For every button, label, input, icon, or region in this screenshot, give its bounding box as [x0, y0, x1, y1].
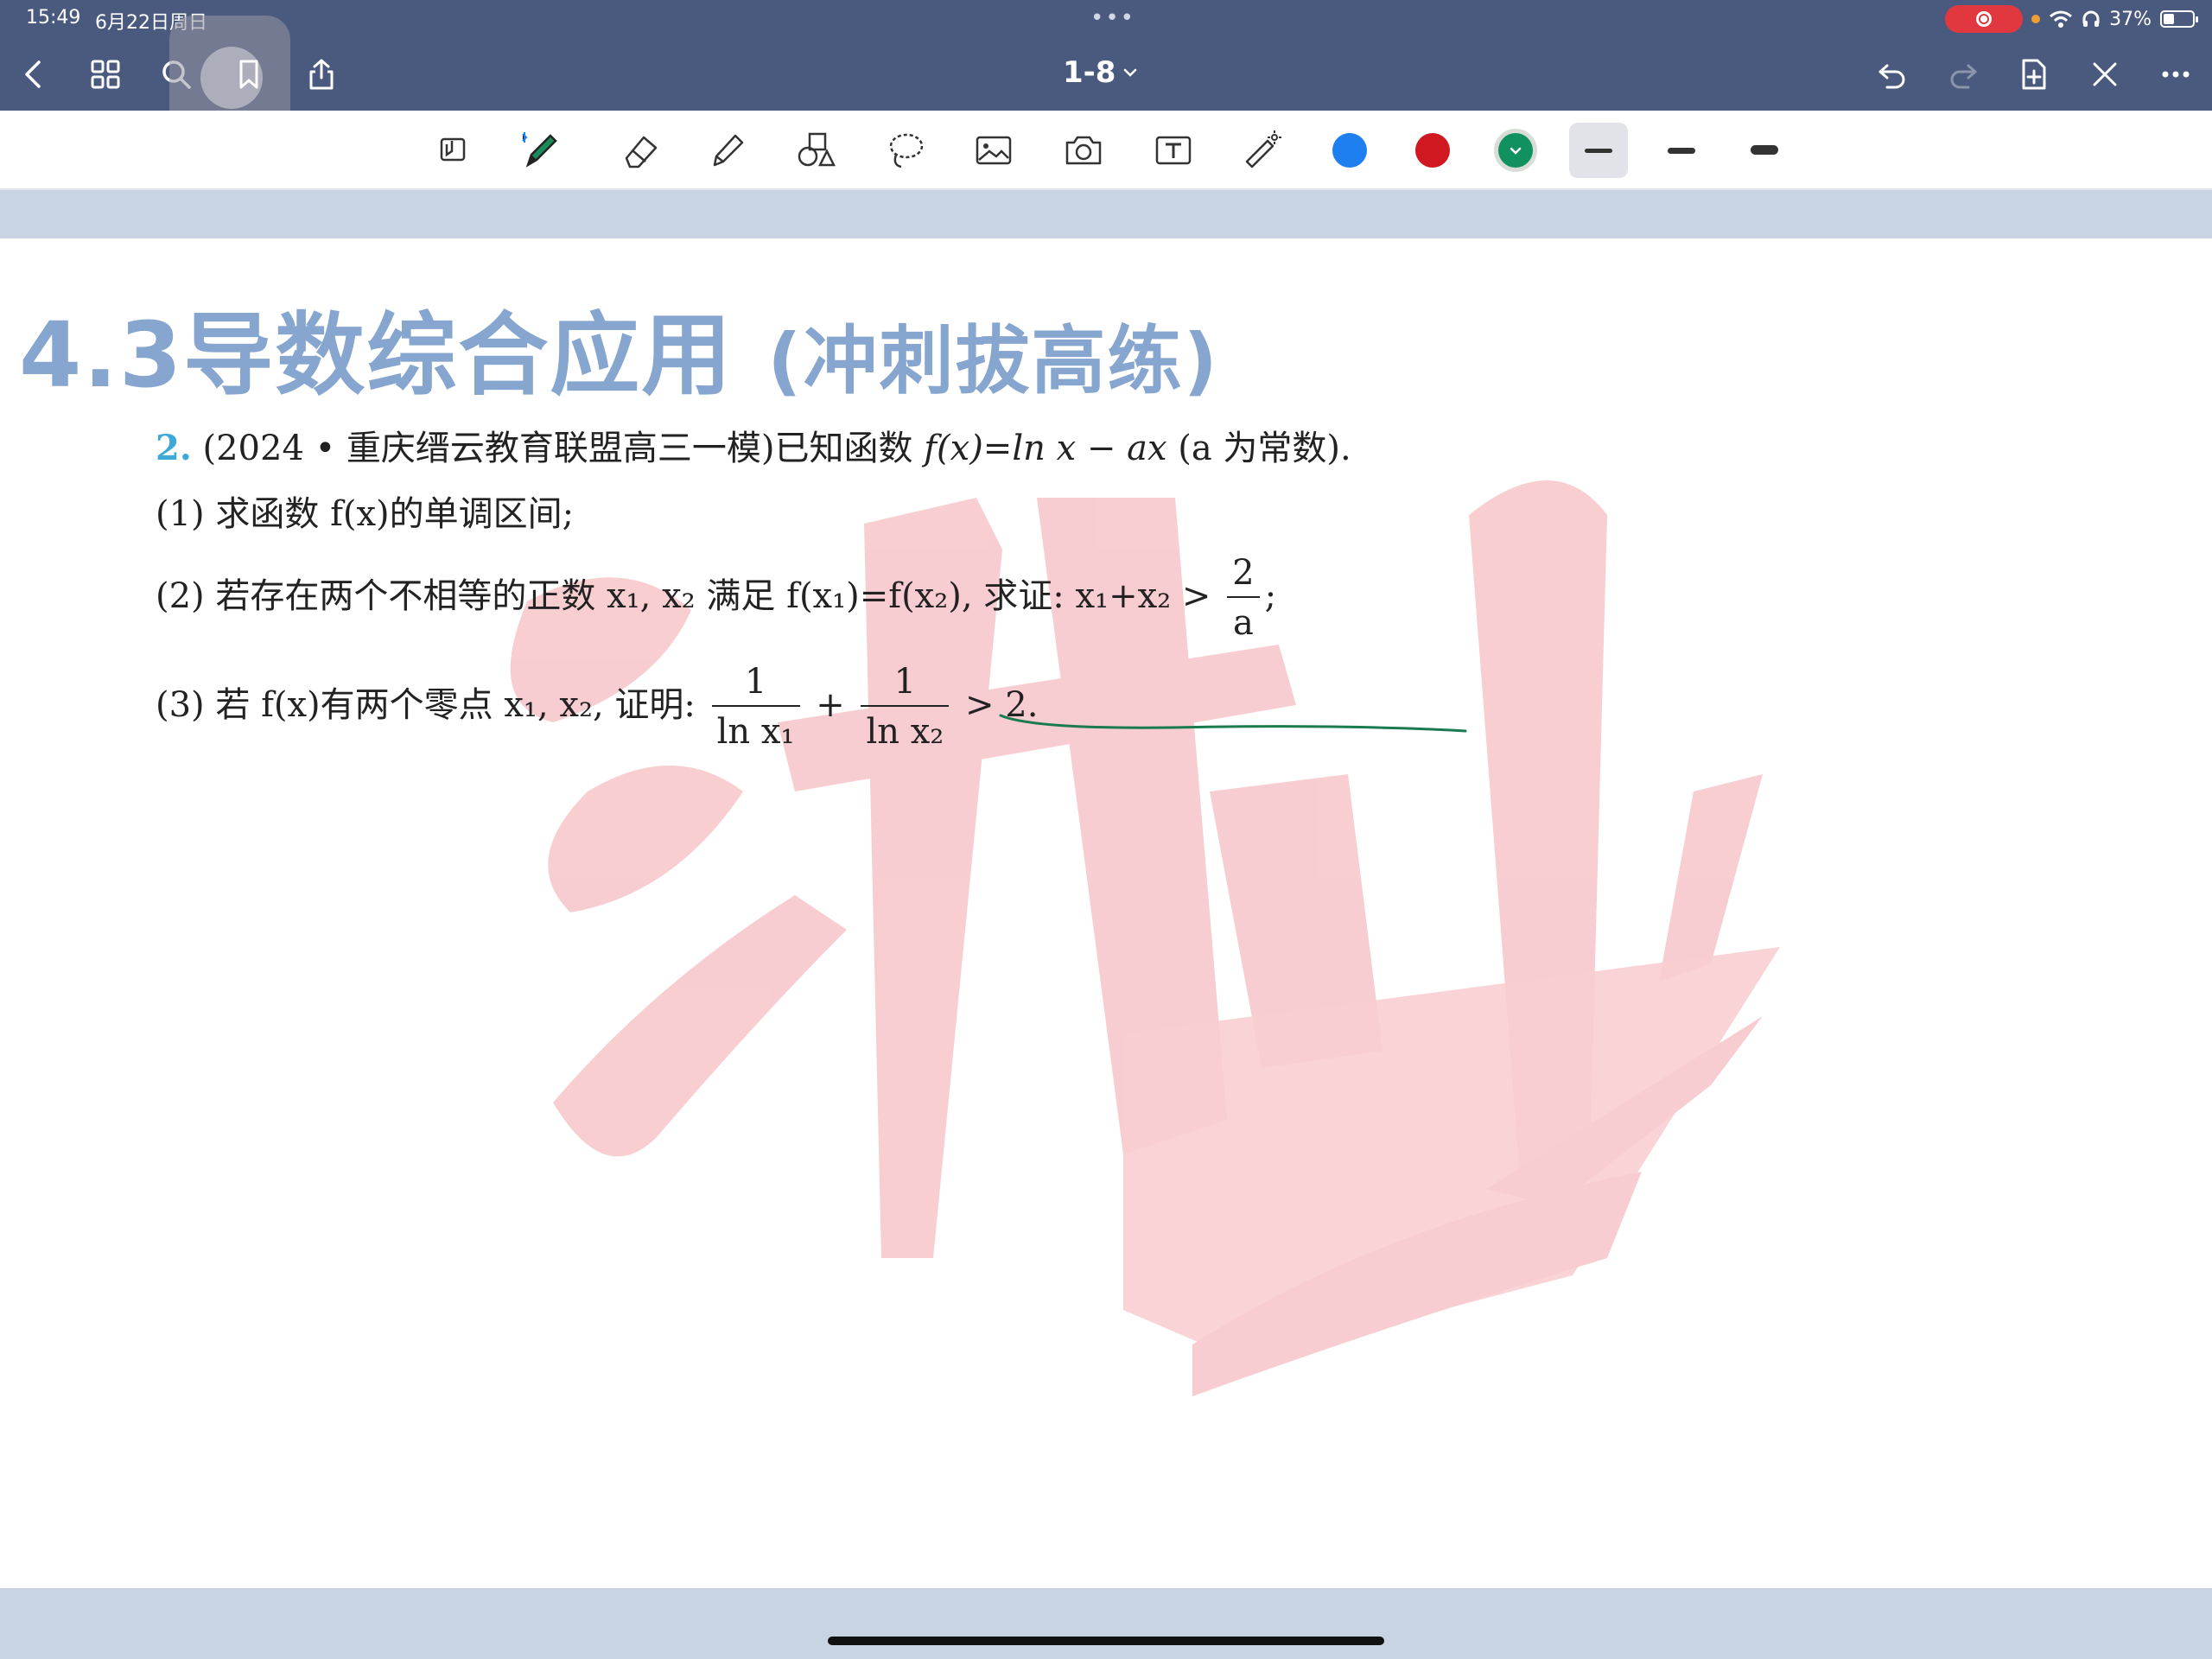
- ellipsis-icon: [2162, 71, 2190, 78]
- stroke-thin-icon: [1585, 149, 1612, 153]
- back-button[interactable]: [10, 50, 59, 99]
- status-time: 15:49: [26, 7, 81, 29]
- camera-icon: [1065, 136, 1102, 165]
- add-page-icon: [2022, 59, 2046, 90]
- document-title-button[interactable]: 1-8: [1063, 55, 1138, 90]
- tool-text[interactable]: [1146, 123, 1201, 178]
- chevron-left-icon: [25, 60, 41, 88]
- text-box-icon: [1155, 136, 1192, 165]
- undo-icon: [1878, 64, 1905, 89]
- annotation-toolbar: [0, 111, 2212, 190]
- image-icon: [976, 136, 1012, 165]
- chevron-down-icon: [1510, 147, 1522, 155]
- part-1-text: (1) 求函数 f(x)的单调区间;: [156, 494, 575, 534]
- tool-shapes[interactable]: [788, 123, 843, 178]
- color-swatch-red[interactable]: [1415, 133, 1450, 168]
- share-button[interactable]: [297, 50, 346, 99]
- laser-pointer-icon: [1245, 130, 1281, 168]
- record-icon: [1976, 11, 1993, 27]
- part-2-text: (2) 若存在两个不相等的正数 x₁, x₂ 满足 f(x₁)=f(x₂), 求…: [156, 576, 1211, 616]
- fraction-numerator: 2: [1227, 550, 1260, 598]
- fraction-denominator: ln x₁: [716, 712, 795, 752]
- tool-image[interactable]: [966, 123, 1021, 178]
- document-title: 1-8: [1063, 55, 1116, 90]
- question-tail: (a 为常数).: [1166, 429, 1351, 468]
- stroke-thick-icon: [1751, 145, 1778, 155]
- headphones-icon: [2082, 10, 2100, 27]
- bottom-margin: [0, 1588, 2212, 1659]
- grid-icon: [91, 60, 120, 89]
- tool-pen[interactable]: [513, 123, 569, 178]
- question-function: f(x)=ln x − ax: [924, 429, 1167, 468]
- question-number: 2.: [156, 428, 192, 468]
- part-3: (3) 若 f(x)有两个零点 x₁, x₂, 证明: 1 ln x₁ + 1 …: [156, 658, 1038, 757]
- redo-button[interactable]: [1939, 50, 1987, 99]
- handwritten-underline: [999, 714, 1467, 733]
- bookmark-button[interactable]: [225, 50, 273, 99]
- thumbnails-grid-button[interactable]: [81, 50, 130, 99]
- question-intro: (2024 • 重庆缙云教育联盟高三一模)已知函数: [202, 429, 925, 468]
- fraction-denominator: ln x₂: [866, 712, 944, 752]
- chevron-down-icon: [1124, 68, 1137, 77]
- pen-off-icon: [2093, 62, 2117, 86]
- color-swatch-green-selected[interactable]: [1498, 133, 1533, 168]
- heading-sub: (冲刺拔高练): [767, 318, 1219, 404]
- part-2-end: ;: [1264, 576, 1277, 616]
- stroke-medium-icon: [1668, 148, 1695, 154]
- microphone-in-use-dot: [2031, 15, 2041, 23]
- tool-highlighter[interactable]: [700, 123, 755, 178]
- fraction-1-over-ln-x1: 1 ln x₁: [711, 658, 800, 757]
- multitasking-dots-icon[interactable]: •••: [1090, 5, 1135, 31]
- document-page[interactable]: 4.3导数综合应用 (冲刺拔高练) 2. (2024 • 重庆缙云教育联盟高三一模…: [0, 238, 2212, 1588]
- stroke-thin-selected[interactable]: [1569, 123, 1628, 178]
- tool-laser-pointer[interactable]: [1234, 123, 1289, 178]
- part-3-end: > 2.: [965, 685, 1039, 725]
- part-2: (2) 若存在两个不相等的正数 x₁, x₂ 满足 f(x₁)=f(x₂), 求…: [156, 550, 1276, 648]
- highlighter-icon: [713, 134, 744, 167]
- part-3-text: (3) 若 f(x)有两个零点 x₁, x₂, 证明:: [156, 685, 696, 725]
- lasso-icon: [889, 133, 924, 168]
- tool-eraser[interactable]: [613, 123, 669, 178]
- question-stem: 2. (2024 • 重庆缙云教育联盟高三一模)已知函数 f(x)=ln x −…: [156, 420, 1351, 470]
- battery-icon: [2160, 10, 2198, 28]
- more-options-button[interactable]: [2152, 50, 2200, 99]
- plus-sign: +: [816, 685, 845, 725]
- eraser-icon: [625, 136, 658, 168]
- redo-icon: [1950, 64, 1977, 89]
- home-indicator[interactable]: [828, 1637, 1384, 1645]
- stroke-thick[interactable]: [1735, 123, 1794, 178]
- tool-read-mode[interactable]: [425, 123, 480, 178]
- undo-button[interactable]: [1868, 50, 1916, 99]
- battery-percentage: 37%: [2109, 8, 2152, 30]
- fraction-2-over-a: 2 a: [1227, 550, 1260, 648]
- tool-camera[interactable]: [1056, 123, 1111, 178]
- fraction-1-over-ln-x2: 1 ln x₂: [861, 658, 950, 757]
- stroke-medium[interactable]: [1652, 123, 1711, 178]
- add-page-button[interactable]: [2010, 50, 2058, 99]
- bookmark-icon: [239, 60, 258, 89]
- screen-recording-indicator[interactable]: [1945, 5, 2024, 33]
- share-icon: [309, 59, 334, 90]
- pen-icon: [522, 132, 557, 168]
- fraction-numerator: 1: [711, 658, 800, 707]
- status-indicators: 37%: [1945, 5, 2198, 33]
- color-swatch-blue[interactable]: [1332, 133, 1367, 168]
- close-toolbar-button[interactable]: [2081, 50, 2129, 99]
- heading-main: 4.3导数综合应用: [19, 302, 734, 408]
- read-mode-icon: [440, 137, 466, 162]
- fraction-numerator: 1: [861, 658, 950, 707]
- section-heading: 4.3导数综合应用 (冲刺拔高练): [19, 282, 1219, 412]
- part-1: (1) 求函数 f(x)的单调区间;: [156, 486, 574, 536]
- wifi-icon: [2050, 10, 2073, 28]
- top-navigation-bar: 15:49 6月22日周日 ••• 37% 1-8: [0, 0, 2212, 138]
- tool-lasso[interactable]: [878, 123, 933, 178]
- shapes-icon: [798, 132, 836, 167]
- fraction-denominator: a: [1232, 603, 1254, 643]
